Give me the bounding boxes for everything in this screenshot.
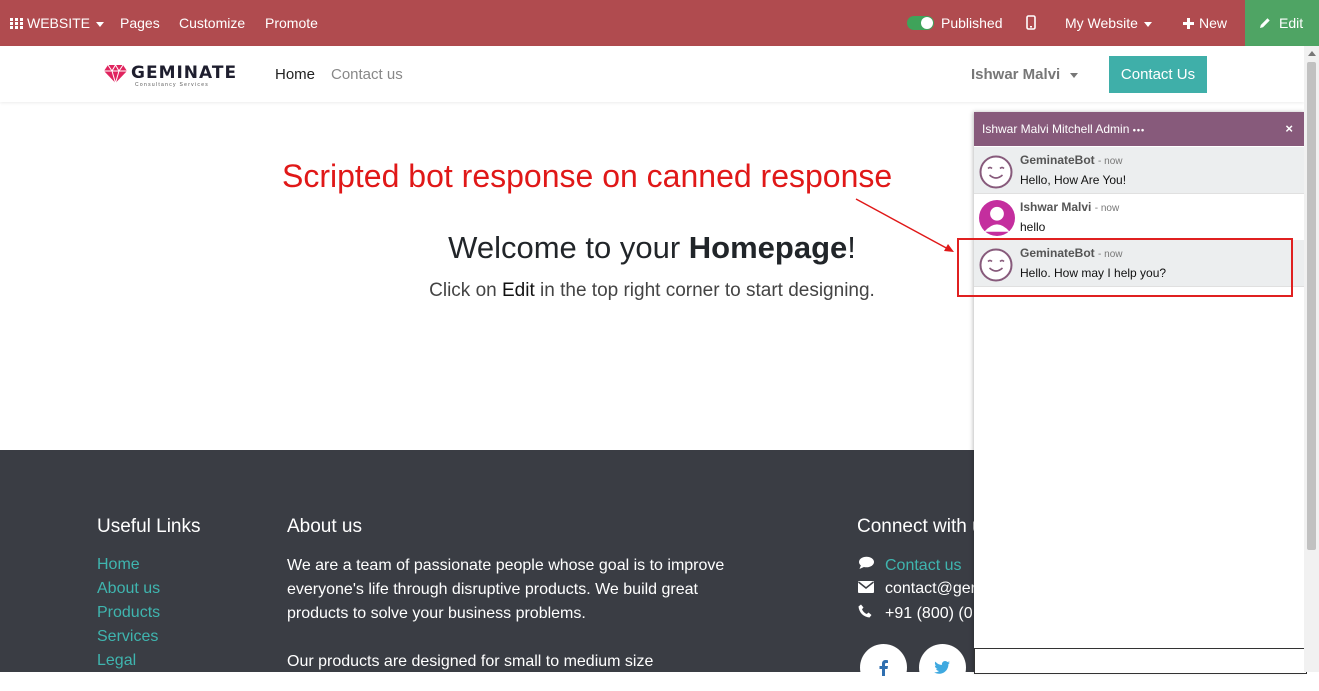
logo-tagline: Consultancy Services	[135, 82, 210, 88]
footer-email[interactable]: contact@ger	[885, 580, 976, 597]
welcome-prefix: Welcome to your	[448, 230, 689, 265]
my-website-label: My Website	[1065, 15, 1138, 31]
chat-header[interactable]: Ishwar Malvi Mitchell Admin ••• ×	[974, 112, 1305, 146]
published-label: Published	[941, 15, 1003, 31]
mobile-preview-button[interactable]	[1026, 0, 1036, 46]
subtext-prefix: Click on	[429, 280, 502, 301]
chat-title: Ishwar Malvi Mitchell Admin •••	[982, 112, 1145, 147]
close-icon[interactable]: ×	[1285, 112, 1293, 146]
subtext-suffix: in the top right corner to start designi…	[534, 280, 875, 301]
nav-home[interactable]: Home	[275, 66, 315, 83]
contact-us-button[interactable]: Contact Us	[1109, 56, 1207, 93]
diamond-logo-icon	[104, 64, 127, 84]
welcome-bold: Homepage	[688, 230, 848, 265]
message-body: Hello, How Are You!	[1020, 173, 1127, 187]
comment-icon	[858, 556, 876, 575]
chevron-down-icon	[1143, 21, 1152, 27]
toggle-switch-icon	[907, 16, 934, 30]
user-menu[interactable]: Ishwar Malvi	[971, 66, 1079, 83]
footer-link-home[interactable]: Home	[97, 556, 140, 574]
facebook-icon	[879, 660, 888, 676]
useful-links-title: Useful Links	[97, 516, 201, 537]
chat-message: GeminateBot - now Hello, How Are You!	[974, 147, 1305, 194]
phone-icon	[858, 604, 876, 623]
annotation-highlight-box	[957, 238, 1293, 297]
pages-menu[interactable]: Pages	[120, 0, 160, 46]
envelope-icon	[858, 580, 876, 598]
pencil-icon	[1260, 18, 1270, 28]
facebook-button[interactable]	[860, 644, 907, 691]
footer-link-legal[interactable]: Legal	[97, 652, 136, 670]
scrollbar-thumb[interactable]	[1307, 62, 1316, 550]
twitter-icon	[934, 661, 950, 674]
about-paragraph-2: Our products are designed for small to m…	[287, 653, 654, 670]
chevron-down-icon	[1070, 72, 1079, 78]
footer-phone: +91 (800) (0	[885, 605, 973, 622]
chat-message: Ishwar Malvi - now hello	[974, 194, 1305, 241]
chat-title-text: Ishwar Malvi Mitchell Admin	[982, 122, 1130, 136]
edit-label: Edit	[1279, 15, 1304, 31]
published-toggle[interactable]: Published	[907, 0, 1003, 46]
page-scrollbar[interactable]	[1304, 46, 1319, 672]
apps-grid-icon	[10, 18, 23, 29]
user-name: Ishwar Malvi	[971, 66, 1061, 83]
new-label: New	[1199, 15, 1228, 31]
footer-link-products[interactable]: Products	[97, 604, 160, 622]
website-admin-bar: WEBSITE Pages Customize Promote Publishe…	[0, 0, 1319, 46]
plus-icon	[1183, 18, 1194, 29]
promote-menu[interactable]: Promote	[265, 0, 318, 46]
logo-wordmark: GEMINATE	[131, 63, 238, 83]
message-author: Ishwar Malvi - now	[1020, 200, 1119, 214]
scroll-up-arrow-icon[interactable]	[1308, 51, 1316, 56]
author-name: GeminateBot	[1020, 153, 1095, 167]
about-paragraph: We are a team of passionate people whose…	[287, 557, 725, 622]
phone-line: +91 (800) (0	[858, 604, 973, 623]
message-author: GeminateBot - now	[1020, 153, 1122, 167]
author-name: Ishwar Malvi	[1020, 200, 1092, 214]
twitter-button[interactable]	[919, 644, 966, 691]
website-menu[interactable]: WEBSITE	[10, 0, 105, 46]
chevron-down-icon	[96, 21, 105, 27]
typing-dots-icon: •••	[1132, 125, 1146, 135]
mobile-phone-icon	[1026, 15, 1036, 30]
my-website-menu[interactable]: My Website	[1065, 0, 1152, 46]
edit-button[interactable]: Edit	[1245, 0, 1319, 46]
website-menu-label: WEBSITE	[27, 15, 91, 31]
footer-contact-link[interactable]: Contact us	[885, 557, 961, 574]
livechat-window: Ishwar Malvi Mitchell Admin ••• × Gemina…	[974, 112, 1307, 674]
site-header: GEMINATE Consultancy Services Home Conta…	[0, 46, 1304, 102]
email-line: contact@ger	[858, 580, 976, 598]
message-time: - now	[1094, 203, 1120, 214]
nav-contact-us[interactable]: Contact us	[331, 66, 403, 83]
annotation-arrow-icon	[855, 198, 954, 252]
new-button[interactable]: New	[1183, 0, 1227, 46]
message-time: - now	[1098, 156, 1123, 167]
customize-menu[interactable]: Customize	[179, 0, 245, 46]
subtext-bold: Edit	[502, 280, 535, 301]
annotation-label: Scripted bot response on canned response	[282, 158, 893, 194]
message-body: hello	[1020, 220, 1046, 234]
bot-face-icon	[979, 155, 1013, 189]
connect-title: Connect with u	[857, 516, 983, 537]
about-title: About us	[287, 516, 362, 537]
contact-us-line: Contact us	[858, 556, 961, 575]
footer-link-about-us[interactable]: About us	[97, 580, 160, 598]
user-avatar-icon	[979, 200, 1015, 236]
footer-link-services[interactable]: Services	[97, 628, 158, 646]
chat-message-input[interactable]	[974, 648, 1307, 674]
